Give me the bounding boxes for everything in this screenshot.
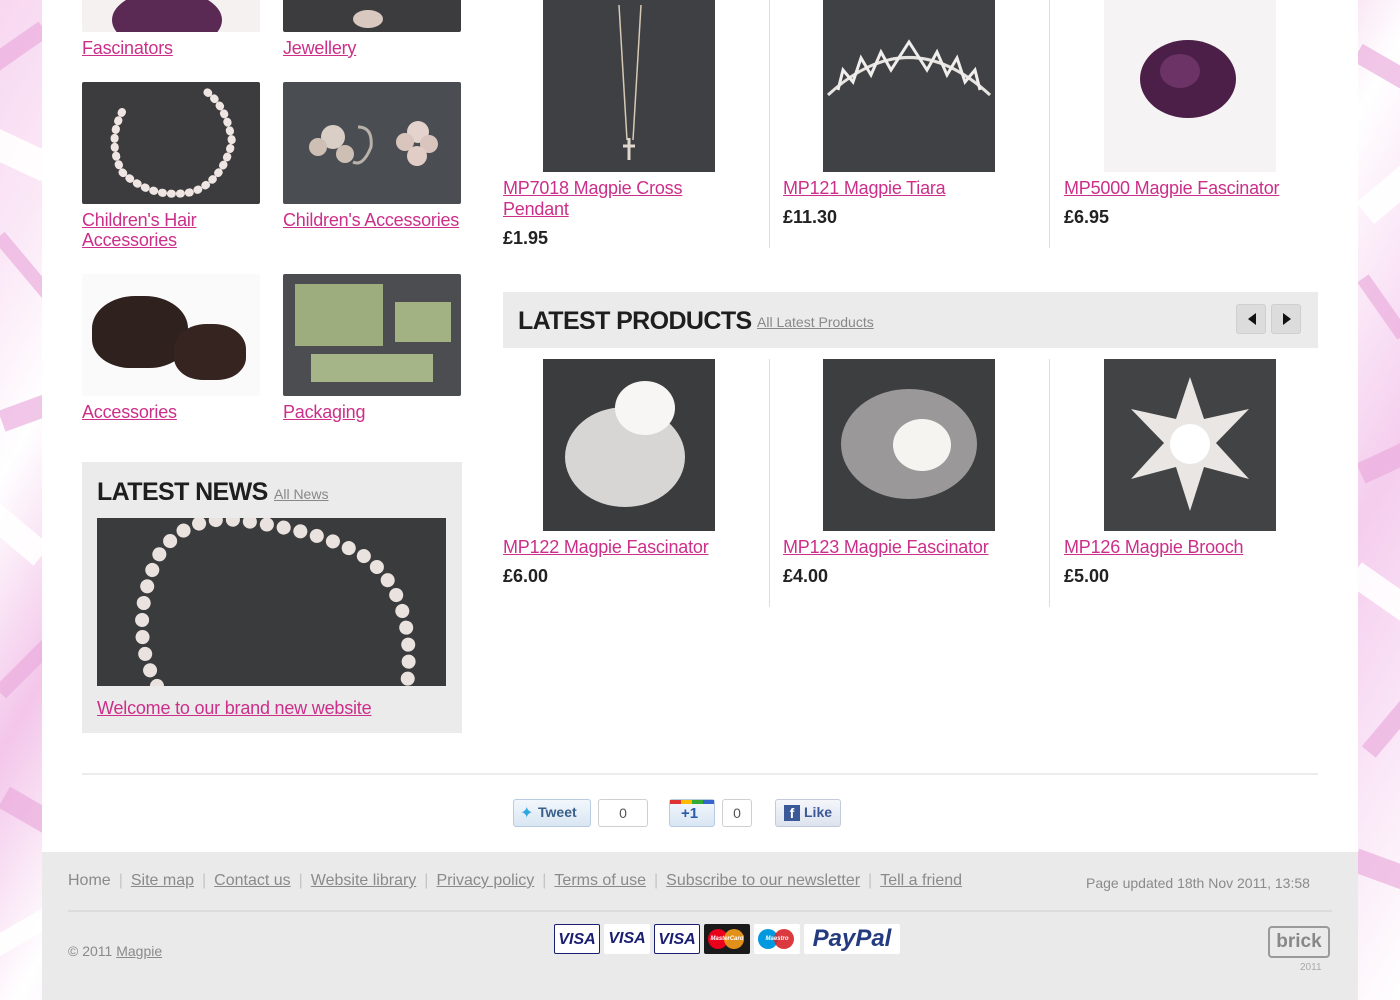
footer-link-site-map[interactable]: Site map xyxy=(131,872,194,889)
product-card[interactable]: MP122 Magpie Fascinator £6.00 xyxy=(503,359,769,609)
category-link-childrens-hair-accessories[interactable]: Children's Hair Accessories xyxy=(82,210,260,250)
latest-news-panel: LATEST NEWS All News Welcome to our bran… xyxy=(82,462,462,733)
product-price: £5.00 xyxy=(1064,566,1110,586)
plusone-count: 0 xyxy=(722,799,752,827)
product-name-link[interactable]: MP5000 Magpie Fascinator xyxy=(1064,178,1304,199)
product-price: £11.30 xyxy=(783,207,838,227)
category-image-childrens-accessories[interactable] xyxy=(283,82,461,204)
footer-link-home[interactable]: Home xyxy=(68,872,111,889)
category-link-accessories[interactable]: Accessories xyxy=(82,402,260,422)
visa-card-icon: VISA xyxy=(604,924,650,954)
visa-card-icon: VISA xyxy=(554,924,600,954)
all-news-link[interactable]: All News xyxy=(274,486,328,502)
product-card[interactable]: MP121 Magpie Tiara £11.30 xyxy=(783,0,1049,250)
latest-news-title: LATEST NEWS xyxy=(97,478,268,506)
background-pattern-left xyxy=(0,0,42,1000)
category-tile-packaging[interactable]: Packaging xyxy=(283,274,461,422)
page-container: Fascinators Jewellery Children's Hair Ac… xyxy=(42,0,1358,1000)
product-card[interactable]: MP123 Magpie Fascinator £4.00 xyxy=(783,359,1049,609)
category-image-childrens-hair-accessories[interactable] xyxy=(82,82,260,204)
builder-logo[interactable]: brick xyxy=(1268,926,1330,958)
category-image-jewellery[interactable] xyxy=(283,0,461,32)
paypal-icon: PayPal xyxy=(804,924,900,954)
product-price: £6.00 xyxy=(503,566,549,586)
page-updated-text: Page updated 18th Nov 2011, 13:58 xyxy=(1086,875,1310,891)
category-link-fascinators[interactable]: Fascinators xyxy=(82,38,260,58)
category-tile-childrens-accessories[interactable]: Children's Accessories xyxy=(283,82,461,230)
like-label: Like xyxy=(804,804,833,820)
product-image[interactable] xyxy=(823,0,995,172)
footer-divider xyxy=(68,910,1332,912)
footer-link-terms-of-use[interactable]: Terms of use xyxy=(554,872,646,889)
column-divider xyxy=(1049,359,1050,607)
category-image-fascinators[interactable] xyxy=(82,0,260,32)
footer-link-website-library[interactable]: Website library xyxy=(311,872,417,889)
google-plus-icon xyxy=(670,800,714,804)
category-tile-childrens-hair-accessories[interactable]: Children's Hair Accessories xyxy=(82,82,260,250)
category-link-packaging[interactable]: Packaging xyxy=(283,402,461,422)
column-divider xyxy=(769,0,770,248)
product-image[interactable] xyxy=(823,359,995,531)
arrow-left-icon xyxy=(1248,313,1256,325)
footer-link-tell-a-friend[interactable]: Tell a friend xyxy=(880,872,962,889)
product-name-link[interactable]: MP126 Magpie Brooch xyxy=(1064,537,1304,558)
product-name-link[interactable]: MP122 Magpie Fascinator xyxy=(503,537,743,558)
category-link-jewellery[interactable]: Jewellery xyxy=(283,38,461,58)
copyright: © 2011 Magpie xyxy=(68,943,162,959)
category-image-packaging[interactable] xyxy=(283,274,461,396)
column-divider xyxy=(769,359,770,607)
product-card[interactable]: MP5000 Magpie Fascinator £6.95 xyxy=(1064,0,1330,250)
category-tile-accessories[interactable]: Accessories xyxy=(82,274,260,422)
news-headline-link[interactable]: Welcome to our brand new website xyxy=(97,698,372,719)
product-price: £1.95 xyxy=(503,228,549,248)
product-price: £4.00 xyxy=(783,566,829,586)
visa-electron-card-icon: VISA xyxy=(654,924,700,954)
arrow-right-icon xyxy=(1283,313,1291,325)
footer-link-privacy-policy[interactable]: Privacy policy xyxy=(436,872,534,889)
plusone-button[interactable]: +1 xyxy=(669,799,715,827)
tweet-label: Tweet xyxy=(538,804,577,820)
product-card[interactable]: MP126 Magpie Brooch £5.00 xyxy=(1064,359,1330,609)
category-image-accessories[interactable] xyxy=(82,274,260,396)
product-price: £6.95 xyxy=(1064,207,1110,227)
carousel-prev-button[interactable] xyxy=(1236,304,1266,334)
mastercard-icon: MasterCard xyxy=(704,924,750,954)
facebook-icon: f xyxy=(784,805,800,821)
latest-products-header: LATEST PRODUCTS All Latest Products xyxy=(503,292,1318,348)
product-name-link[interactable]: MP7018 Magpie Cross Pendant xyxy=(503,178,743,220)
latest-products-title: LATEST PRODUCTS xyxy=(518,307,752,335)
category-tile-fascinators[interactable]: Fascinators xyxy=(82,0,260,58)
footer-link-subscribe-newsletter[interactable]: Subscribe to our newsletter xyxy=(666,872,860,889)
product-image[interactable] xyxy=(1104,0,1276,172)
maestro-icon: Maestro xyxy=(754,924,800,954)
footer-link-contact-us[interactable]: Contact us xyxy=(214,872,290,889)
product-card[interactable]: MP7018 Magpie Cross Pendant £1.95 xyxy=(503,0,769,250)
builder-year: 2011 xyxy=(1300,962,1322,973)
category-tile-jewellery[interactable]: Jewellery xyxy=(283,0,461,58)
column-divider xyxy=(1049,0,1050,248)
news-image[interactable] xyxy=(97,518,446,686)
brand-link[interactable]: Magpie xyxy=(116,943,162,959)
product-image[interactable] xyxy=(543,359,715,531)
category-link-childrens-accessories[interactable]: Children's Accessories xyxy=(283,210,461,230)
product-name-link[interactable]: MP123 Magpie Fascinator xyxy=(783,537,1023,558)
twitter-icon: ✦ xyxy=(520,805,534,822)
tweet-count: 0 xyxy=(598,799,648,827)
product-image[interactable] xyxy=(543,0,715,172)
footer: Home | Site map | Contact us | Website library… xyxy=(42,852,1358,1000)
footer-nav: Home | Site map | Contact us | Website library… xyxy=(68,872,963,889)
carousel-next-button[interactable] xyxy=(1271,304,1301,334)
copyright-text: © 2011 xyxy=(68,943,113,959)
background-pattern-right xyxy=(1358,0,1400,1000)
tweet-button[interactable]: ✦ Tweet xyxy=(513,799,591,827)
facebook-like-button[interactable]: f Like xyxy=(775,799,841,827)
content-divider xyxy=(82,773,1318,775)
product-image[interactable] xyxy=(1104,359,1276,531)
plusone-label: +1 xyxy=(681,805,699,822)
all-latest-products-link[interactable]: All Latest Products xyxy=(757,314,874,330)
product-name-link[interactable]: MP121 Magpie Tiara xyxy=(783,178,1023,199)
